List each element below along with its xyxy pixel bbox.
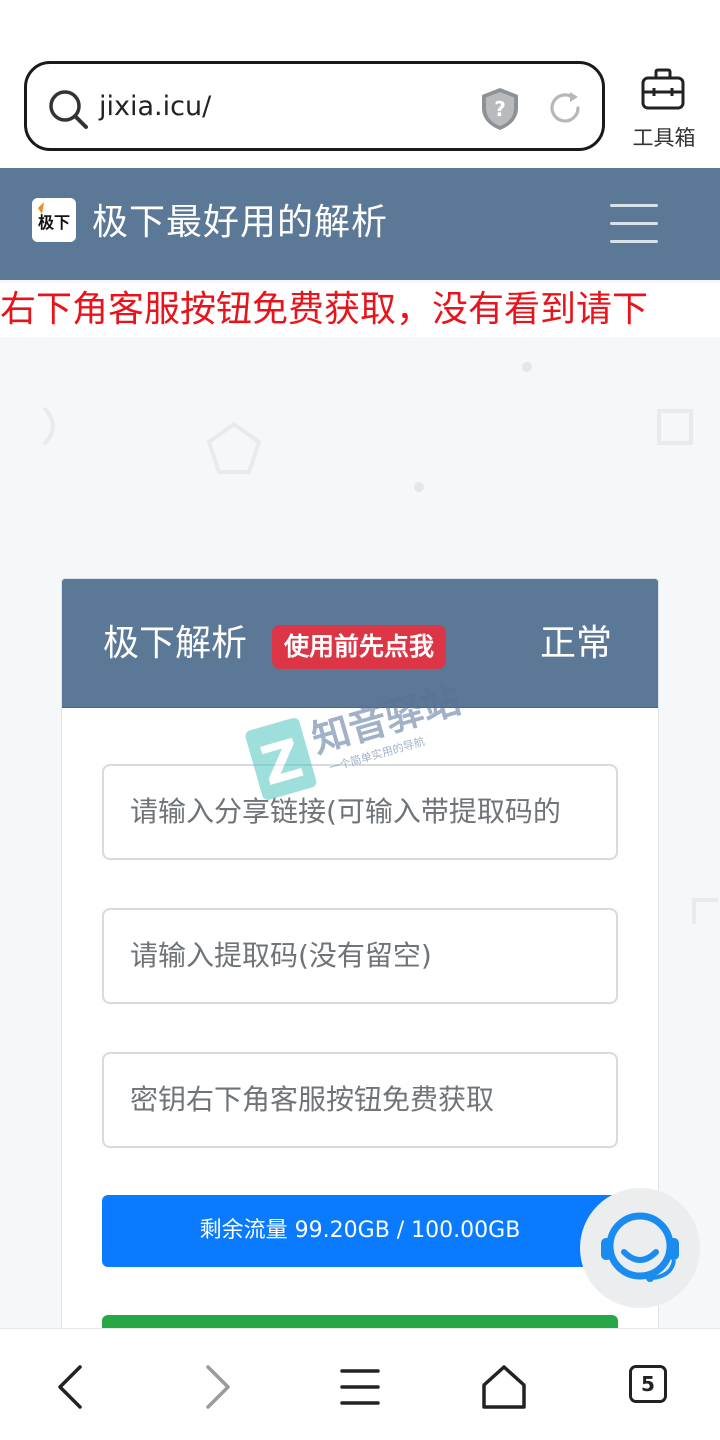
home-icon[interactable] (476, 1359, 532, 1415)
decor-square-icon (657, 409, 693, 445)
menu-lines-icon[interactable] (332, 1359, 388, 1415)
shield-icon[interactable]: ? (479, 86, 521, 132)
reload-icon[interactable] (545, 88, 585, 128)
logo-mark-icon: 极下 (32, 198, 76, 242)
search-icon (49, 90, 88, 129)
card-title: 极下解析 (103, 623, 248, 664)
status-text: 正常 (540, 623, 613, 664)
site-header: 极下 极下最好用的解析 (0, 168, 720, 280)
decor-dot (414, 482, 424, 492)
logo-text: 极下 (38, 213, 70, 232)
decor-dot (522, 362, 532, 372)
decor-arc-icon (42, 406, 55, 446)
address-bar[interactable]: jixia.icu/ ? (24, 61, 605, 151)
tab-count-button[interactable]: 5 (629, 1365, 667, 1403)
chevron-right-icon[interactable] (188, 1359, 244, 1415)
url-text[interactable]: jixia.icu/ (99, 88, 211, 126)
toolbox-icon (641, 68, 685, 110)
customer-service-icon (601, 1212, 679, 1282)
chevron-left-icon[interactable] (44, 1359, 100, 1415)
browser-toolbar: jixia.icu/ ? 工具箱 (0, 0, 720, 168)
decor-pentagon-icon (206, 421, 262, 474)
svg-text:?: ? (494, 97, 506, 121)
toolbox-button[interactable]: 工具箱 (624, 66, 704, 156)
toolbox-label: 工具箱 (632, 126, 696, 150)
scrolling-notice: 右下角客服按钮免费获取，没有看到请下 (0, 283, 720, 337)
site-logo[interactable]: 极下 (32, 198, 76, 242)
hamburger-menu-icon[interactable] (610, 204, 658, 244)
customer-service-button[interactable] (580, 1188, 700, 1308)
traffic-progress-bar: 剩余流量 99.20GB / 100.00GB (102, 1195, 618, 1267)
watermark-logo-icon: Z 知音驿站 一个简单实用的导航 (245, 677, 465, 800)
site-title[interactable]: 极下最好用的解析 (92, 198, 388, 248)
browser-bottom-nav: 5 (0, 1328, 720, 1440)
key-input[interactable]: 密钥右下角客服按钮免费获取 (102, 1052, 618, 1148)
extract-code-input[interactable]: 请输入提取码(没有留空) (102, 908, 618, 1004)
decor-corner-icon (692, 898, 718, 924)
